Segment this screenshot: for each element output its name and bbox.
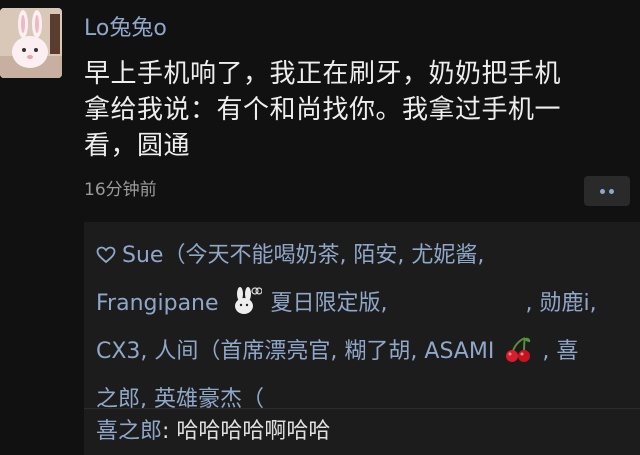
likes-list: Sue（今天不能喝奶茶, 陌安, 尤妮酱, Frangipane 夏日限定版, … (96, 232, 636, 424)
comment-author[interactable]: 喜之郎 (96, 419, 162, 444)
cherry-emoji-icon (506, 337, 531, 362)
username[interactable]: Lo兔兔o (84, 14, 167, 44)
post-text-line: 早上手机响了，我正在刷牙，奶奶把手机 (84, 59, 562, 89)
comment-item[interactable]: 喜之郎: 哈哈哈哈啊哈哈 (96, 414, 330, 450)
likes-names[interactable]: Sue（今天不能喝奶茶, 陌安, 尤妮酱, (122, 243, 484, 268)
likes-names[interactable]: , 勋鹿i, (526, 291, 597, 316)
likes-names[interactable]: 夏日限定版, (271, 291, 388, 316)
interaction-panel: Sue（今天不能喝奶茶, 陌安, 尤妮酱, Frangipane 夏日限定版, … (84, 222, 640, 455)
post-text-line: 看，圆通 (84, 131, 191, 161)
comment-text: : 哈哈哈哈啊哈哈 (162, 419, 331, 444)
post-text-line: 拿给我说：有个和尚找你。我拿过手机一 (84, 95, 562, 125)
avatar[interactable] (0, 8, 62, 78)
post-text: 早上手机响了，我正在刷牙，奶奶把手机 拿给我说：有个和尚找你。我拿过手机一 看，… (84, 56, 632, 164)
likes-names[interactable]: , 喜 (542, 339, 578, 364)
likes-row: CX3, 人间（首席漂亮官, 糊了胡, ASAMI , 喜 (96, 328, 636, 376)
heart-outline-icon (96, 246, 116, 264)
more-button[interactable] (584, 176, 630, 206)
likes-names[interactable]: CX3, 人间（首席漂亮官, 糊了胡, ASAMI (96, 339, 494, 364)
likes-row: Sue（今天不能喝奶茶, 陌安, 尤妮酱, (96, 232, 636, 280)
divider (84, 408, 640, 409)
rabbit-avatar-icon (0, 8, 62, 78)
likes-names[interactable]: Frangipane (96, 291, 219, 316)
rabbit-emoji-icon (234, 287, 262, 314)
post-timestamp: 16分钟前 (84, 180, 157, 200)
likes-row: Frangipane 夏日限定版, , 勋鹿i, (96, 280, 636, 328)
